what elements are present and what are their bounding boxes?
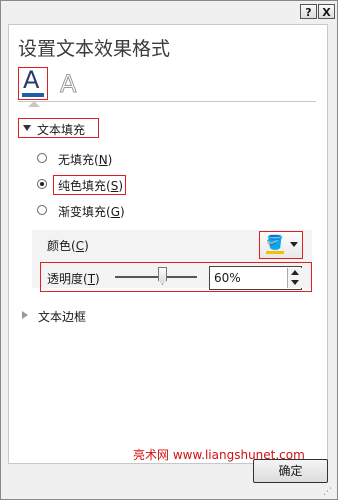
spin-up-button[interactable]: [287, 268, 302, 278]
transparency-slider-track[interactable]: [115, 276, 197, 278]
paint-bucket-icon: 🪣: [266, 235, 284, 251]
no-fill-label[interactable]: 无填充(N): [58, 151, 112, 168]
pane-title: 设置文本效果格式: [18, 38, 171, 60]
radio-no-fill[interactable]: [37, 153, 47, 163]
spin-down-button[interactable]: [287, 278, 302, 288]
resize-grip-icon[interactable]: ⋰: [323, 487, 332, 497]
fill-color-dropdown[interactable]: 🪣: [259, 231, 303, 259]
transparency-spinbox[interactable]: 60%: [209, 266, 302, 290]
close-button[interactable]: X: [318, 4, 335, 19]
dropdown-arrow-icon: [290, 242, 298, 247]
text-border-section-header[interactable]: 文本边框: [38, 308, 86, 325]
radio-selected-dot: [40, 182, 44, 186]
tab-divider: [18, 101, 316, 102]
expand-triangle-icon: [23, 125, 31, 131]
selected-tab-caret: [28, 101, 40, 107]
transparency-value[interactable]: 60%: [214, 271, 241, 285]
color-label: 颜色(C): [47, 239, 89, 253]
color-swatch: [266, 251, 284, 254]
collapse-triangle-icon[interactable]: [22, 311, 28, 319]
gradient-fill-label[interactable]: 渐变填充(G): [58, 203, 125, 220]
help-button[interactable]: ?: [300, 4, 317, 19]
ok-button[interactable]: 确定: [253, 459, 328, 483]
text-fill-icon: A: [23, 66, 40, 94]
tab-text-effects[interactable]: A: [59, 70, 76, 99]
text-fill-color-bar: [22, 93, 44, 97]
solid-fill-label[interactable]: 纯色填充(S): [58, 177, 123, 194]
text-fill-section-header[interactable]: 文本填充: [18, 118, 99, 138]
radio-gradient-fill[interactable]: [37, 205, 47, 215]
tab-text-fill-outline[interactable]: A: [18, 66, 48, 100]
transparency-label: 透明度(T): [47, 272, 100, 286]
text-fill-header-label: 文本填充: [37, 123, 86, 137]
radio-solid-fill[interactable]: [37, 179, 47, 189]
